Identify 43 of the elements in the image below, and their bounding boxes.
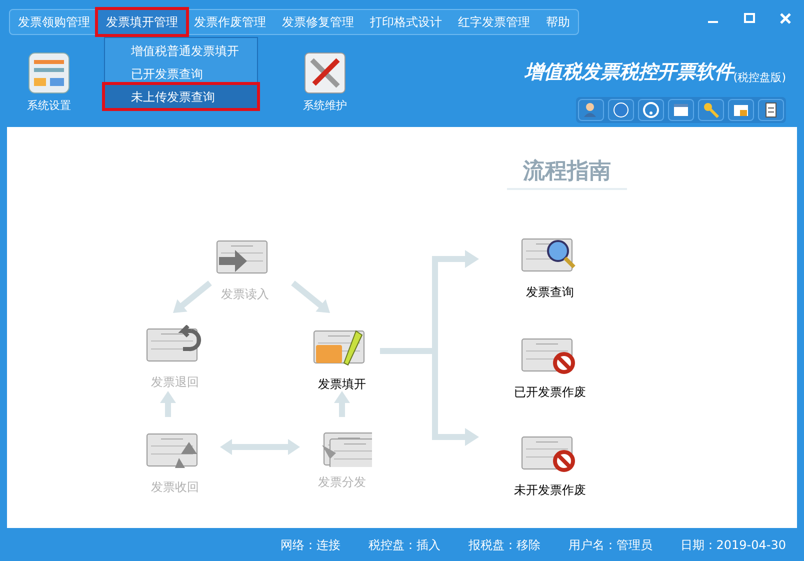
globe-icon [612, 100, 630, 118]
flow-step-label[interactable]: 未开发票作废 [514, 481, 586, 499]
menu-item[interactable]: 发票作废管理 [186, 10, 274, 34]
tools-icon [304, 52, 346, 94]
flow-step-label[interactable]: 发票填开 [318, 375, 366, 393]
flow-step-label[interactable]: 发票退回 [151, 373, 199, 391]
menu-item[interactable]: 发票修复管理 [274, 10, 362, 34]
status-text: 用户名：管理员 [568, 536, 652, 554]
menu-item[interactable]: 帮助 [538, 10, 578, 34]
status-text: 日期：2019-04-30 [680, 536, 786, 554]
guide-heading: 流程指南 [523, 158, 611, 186]
flow-step-label[interactable]: 发票收回 [151, 478, 199, 496]
toolbar-button[interactable]: 系统维护 [294, 52, 356, 114]
settings-icon [28, 52, 70, 94]
flow-arrow [291, 280, 330, 313]
flow-step-label[interactable]: 发票查询 [526, 283, 574, 301]
help-icon [642, 100, 660, 118]
toolbar-button[interactable] [758, 98, 784, 120]
flow-arrow [334, 391, 350, 417]
menu-item[interactable]: 发票填开管理 [98, 10, 186, 34]
dropdown-item[interactable]: 增值税普通发票填开 [105, 39, 257, 62]
toolbar-button[interactable] [608, 98, 634, 120]
toolbar-button[interactable] [578, 98, 604, 120]
close-icon [780, 12, 790, 24]
flow-step-label[interactable]: 发票分发 [318, 473, 366, 491]
dropdown-item[interactable]: 未上传发票查询 [105, 85, 257, 108]
menu-item[interactable]: 发票领购管理 [10, 10, 98, 34]
toolbar-button[interactable]: 系统设置 [18, 52, 80, 114]
app-title: 增值税发票税控开票软件 [524, 60, 734, 85]
menu-item[interactable]: 打印格式设计 [362, 10, 450, 34]
flow-step-label[interactable]: 已开发票作废 [514, 383, 586, 401]
status-text: 税控盘：插入 [368, 536, 440, 554]
key-icon [702, 100, 720, 118]
toolbar-button[interactable] [668, 98, 694, 120]
status-text: 报税盘：移除 [468, 536, 540, 554]
flow-step-label[interactable]: 发票读入 [221, 285, 269, 303]
help-button[interactable] [638, 98, 664, 120]
menu-item[interactable]: 红字发票管理 [450, 10, 538, 34]
dropdown-item[interactable]: 已开发票查询 [105, 62, 257, 85]
toolbar-button[interactable] [728, 98, 754, 120]
flow-arrow [173, 280, 212, 313]
status-text: 网络：连接 [280, 536, 340, 554]
flow-arrow [160, 391, 176, 417]
